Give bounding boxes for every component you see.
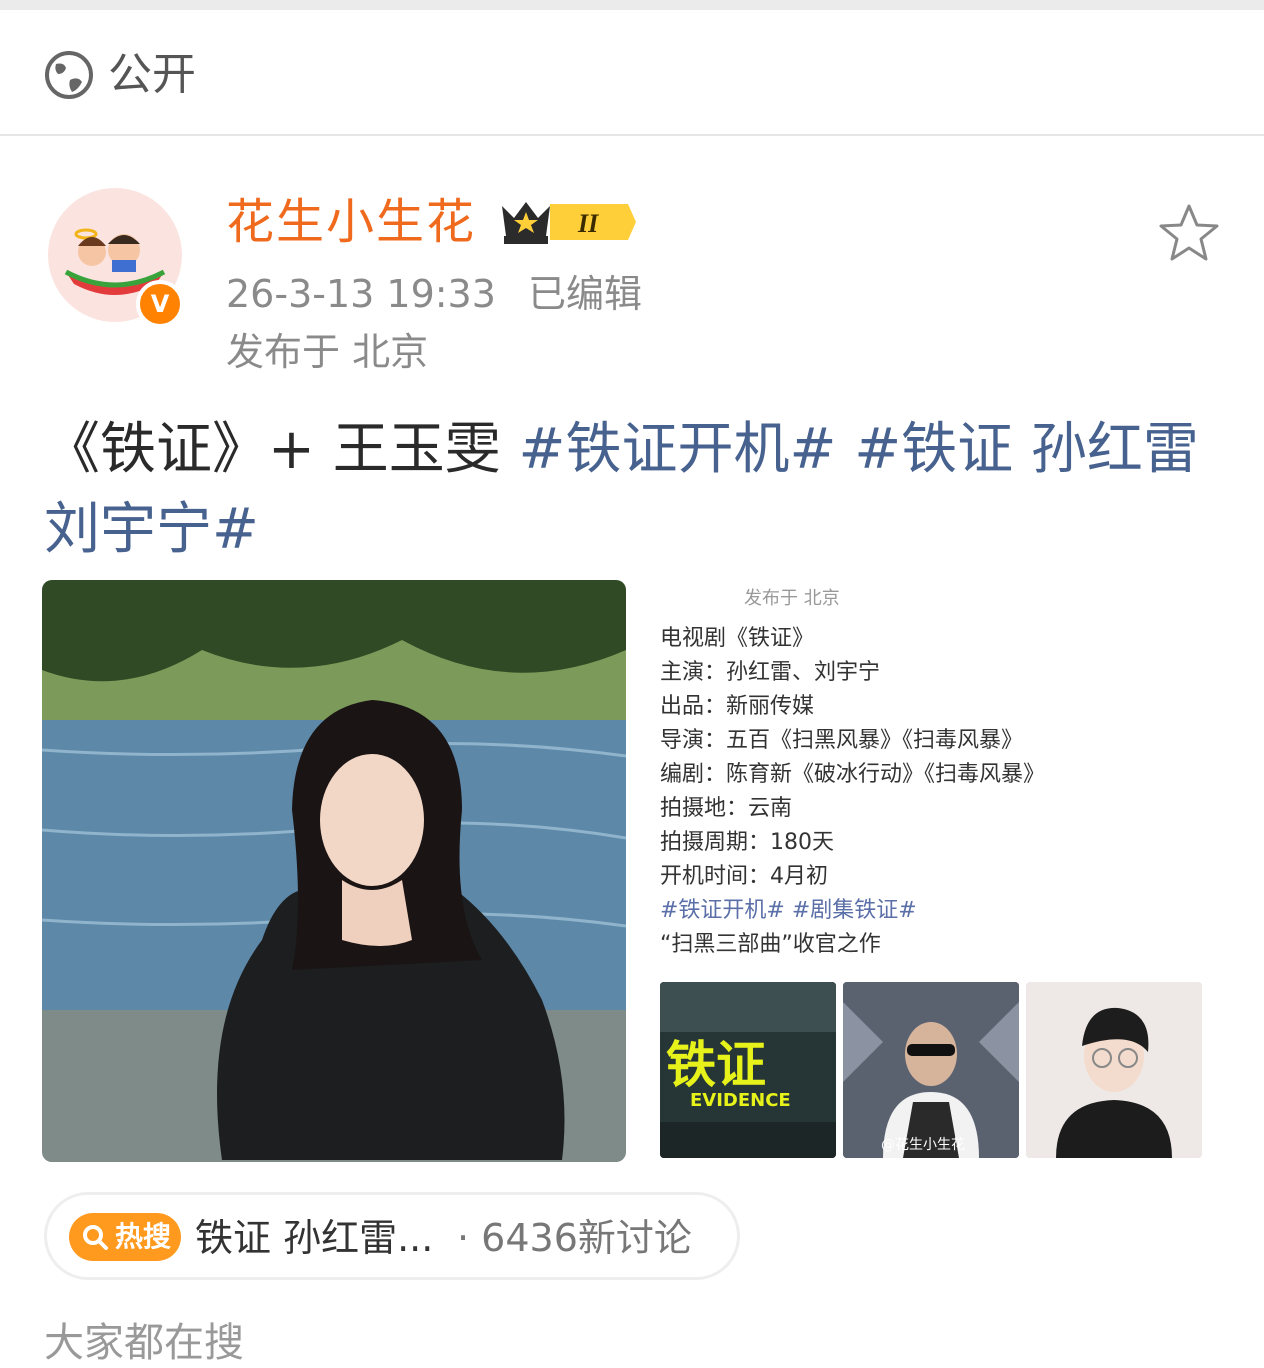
visibility-bar[interactable]: 公开: [0, 10, 1264, 136]
hot-search-pill[interactable]: 热搜 铁证 孙红雷... · 6436新讨论: [44, 1192, 740, 1280]
member-crown-badge-icon[interactable]: II: [498, 196, 636, 248]
poster-graphic: 铁证 EVIDENCE: [660, 982, 836, 1158]
actor-thumbnail-2: [1026, 982, 1202, 1158]
info-card-tagline: “扫黑三部曲”收官之作: [660, 932, 881, 957]
hashtag-1[interactable]: #铁证开机#: [519, 417, 837, 482]
hot-search-badge: 热搜: [69, 1213, 181, 1261]
info-line: 拍摄周期：180天: [660, 830, 834, 855]
favorite-star-icon[interactable]: [1158, 202, 1220, 264]
edited-label[interactable]: 已编辑: [528, 270, 642, 318]
info-card-location: 发布于 北京: [744, 588, 840, 609]
post-text: 《铁证》+ 王玉雯 #铁证开机# #铁证 孙红雷刘宇宁#: [44, 410, 1224, 570]
info-card-tags: #铁证开机# #剧集铁证#: [660, 898, 917, 923]
info-line: 编剧：陈育新《破冰行动》《扫毒风暴》: [660, 762, 1046, 787]
hot-search-badge-label: 热搜: [115, 1220, 172, 1253]
watermark: @花生小生花: [881, 1137, 965, 1153]
info-card-image[interactable]: 发布于 北京 电视剧《铁证》 主演：孙红雷、刘宇宁 出品：新丽传媒 导演：五百《…: [660, 576, 1205, 1166]
actor-photo-2: [1026, 982, 1202, 1158]
info-line: 出品：新丽传媒: [660, 694, 815, 719]
hot-search-text: 铁证 孙红雷...: [195, 1216, 434, 1260]
info-line: 开机时间：4月初: [660, 864, 828, 889]
info-line: 拍摄地：云南: [660, 796, 793, 821]
post-time: 26-3-13 19:33: [226, 272, 496, 316]
username[interactable]: 花生小生花: [226, 192, 476, 252]
svg-text:EVIDENCE: EVIDENCE: [690, 1090, 791, 1111]
hot-search-count: · 6436新讨论: [457, 1216, 692, 1260]
actor-thumbnail-1: @花生小生花: [843, 982, 1019, 1158]
post-location: 发布于 北京: [226, 330, 429, 374]
photo-image: [42, 580, 626, 1162]
verified-badge: V: [136, 280, 184, 328]
poster-thumbnail: 铁证 EVIDENCE: [660, 982, 836, 1158]
info-line: 电视剧《铁证》: [660, 626, 815, 651]
svg-text:铁证: 铁证: [666, 1036, 766, 1094]
section-title: 大家都在搜: [44, 1320, 244, 1366]
post-title: 《铁证》+ 王玉雯: [44, 417, 501, 482]
top-strip: [0, 0, 1264, 10]
info-card-thumbnails: 铁证 EVIDENCE @花生小生花: [660, 982, 1205, 1158]
svg-text:II: II: [577, 209, 599, 238]
search-icon: [83, 1225, 108, 1250]
info-line: 导演：五百《扫黑风暴》《扫毒风暴》: [660, 728, 1024, 753]
visibility-label: 公开: [108, 49, 196, 100]
info-line: 主演：孙红雷、刘宇宁: [660, 660, 881, 685]
actor-photo-1: [843, 982, 1019, 1158]
post-photo[interactable]: [42, 580, 626, 1162]
globe-icon: [45, 51, 93, 99]
info-card-lines: 电视剧《铁证》 主演：孙红雷、刘宇宁 出品：新丽传媒 导演：五百《扫黑风暴》《扫…: [660, 622, 1045, 962]
